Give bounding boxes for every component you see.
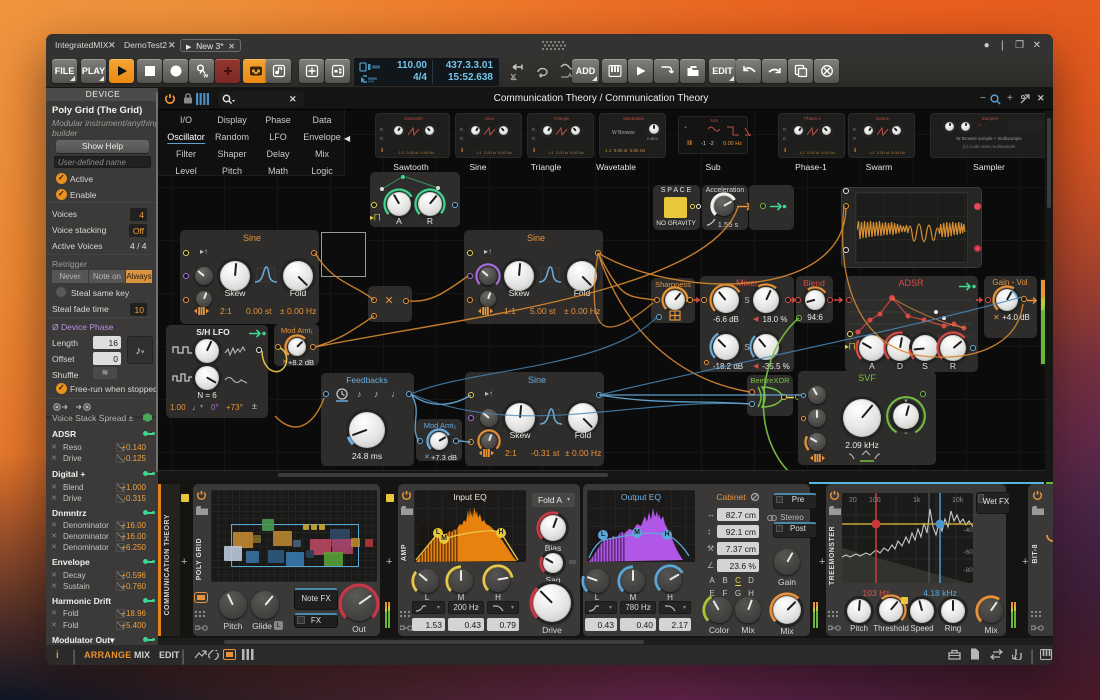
svg-text:w: w (202, 74, 208, 79)
